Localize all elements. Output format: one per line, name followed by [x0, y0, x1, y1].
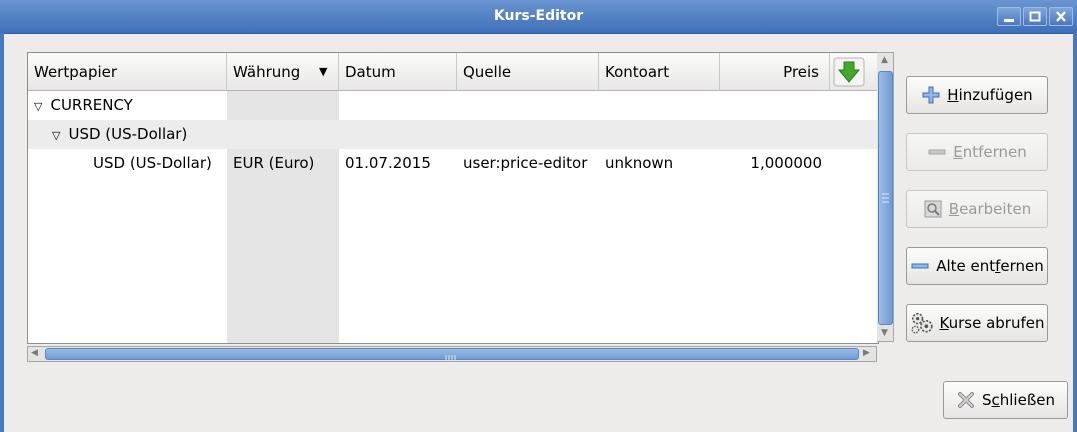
sort-descending-icon: ▼ [319, 65, 328, 78]
edit-icon [924, 200, 942, 218]
row-label: CURRENCY [50, 96, 133, 114]
maximize-icon[interactable] [1023, 7, 1047, 26]
vertical-scrollbar[interactable]: ▲ ▼ [877, 52, 894, 342]
fetch-prices-button-label: Kurse abrufen [939, 314, 1045, 332]
expander-open-icon[interactable]: ▽ [34, 92, 42, 121]
expander-open-icon[interactable]: ▽ [52, 121, 60, 150]
column-label: Quelle [463, 63, 512, 81]
add-button[interactable]: Hinzufügen [906, 76, 1048, 114]
column-header-waehrung[interactable]: Währung ▼ [227, 53, 339, 91]
horizontal-scroll-thumb[interactable] [45, 348, 859, 361]
close-button[interactable]: Schließen [943, 381, 1068, 419]
scroll-right-arrow-icon[interactable]: ▶ [863, 348, 870, 358]
add-button-label: Hinzufügen [947, 86, 1033, 104]
remove-old-button[interactable]: Alte entfernen [906, 247, 1048, 285]
row-cell-waehrung: EUR (Euro) [233, 154, 315, 172]
row-cell-wertpapier: ▽ USD (US-Dollar) [52, 120, 187, 150]
window-border-right [1073, 33, 1077, 432]
green-down-arrow-icon [833, 57, 865, 87]
price-tree-view[interactable]: Wertpapier Währung ▼ Datum Quelle Kontoa… [27, 52, 879, 344]
row-cell-quelle: user:price-editor [463, 154, 588, 172]
close-icon[interactable] [1049, 7, 1073, 26]
scroll-down-arrow-icon[interactable]: ▼ [881, 328, 888, 338]
close-x-icon [957, 392, 974, 408]
remove-old-button-label: Alte entfernen [936, 257, 1044, 275]
fetch-prices-button[interactable]: Kurse abrufen [906, 304, 1048, 342]
window-controls [997, 7, 1073, 26]
column-header-preis[interactable]: Preis [720, 53, 830, 91]
column-label: Kontoart [605, 63, 670, 81]
column-header-kontoart[interactable]: Kontoart [599, 53, 720, 91]
column-header-datum[interactable]: Datum [339, 53, 457, 91]
window-border-left [0, 33, 4, 432]
row-label: USD (US-Dollar) [68, 125, 188, 143]
edit-button-label: Bearbeiten [948, 200, 1032, 218]
row-cell-datum: 01.07.2015 [345, 154, 431, 172]
tree-row-currency[interactable]: ▽ CURRENCY [28, 91, 878, 120]
column-label: Wertpapier [34, 63, 118, 81]
table-header: Wertpapier Währung ▼ Datum Quelle Kontoa… [28, 53, 878, 91]
title-bar: Kurs-Editor [0, 0, 1077, 34]
plus-icon [922, 86, 940, 104]
column-header-quelle[interactable]: Quelle [457, 53, 599, 91]
minimize-icon[interactable] [997, 7, 1021, 26]
minus-icon [928, 149, 946, 155]
column-label: Preis [783, 63, 819, 81]
window-title: Kurs-Editor [493, 8, 584, 24]
row-cell-wertpapier: USD (US-Dollar) [93, 154, 212, 172]
row-cell-wertpapier: ▽ CURRENCY [34, 91, 133, 121]
row-cell-kontoart: unknown [605, 154, 674, 172]
close-button-label: Schließen [981, 391, 1056, 409]
column-chooser-button[interactable] [830, 53, 878, 91]
remove-button[interactable]: Entfernen [906, 133, 1048, 171]
gears-icon [911, 312, 933, 334]
tree-row-price[interactable]: USD (US-Dollar) EUR (Euro) 01.07.2015 us… [28, 149, 878, 178]
scroll-up-arrow-icon[interactable]: ▲ [881, 55, 888, 65]
scroll-left-arrow-icon[interactable]: ◀ [31, 348, 38, 358]
minus-icon [911, 263, 929, 269]
remove-button-label: Entfernen [953, 143, 1027, 161]
vertical-scroll-thumb[interactable] [878, 71, 893, 325]
edit-button[interactable]: Bearbeiten [906, 190, 1048, 228]
horizontal-scrollbar[interactable]: ◀ ▶ [27, 346, 877, 362]
column-header-wertpapier[interactable]: Wertpapier [28, 53, 227, 91]
tree-row-usd-group[interactable]: ▽ USD (US-Dollar) [28, 120, 878, 149]
column-label: Datum [345, 63, 396, 81]
column-label: Währung [233, 63, 301, 81]
row-cell-preis: 1,000000 [750, 154, 822, 172]
